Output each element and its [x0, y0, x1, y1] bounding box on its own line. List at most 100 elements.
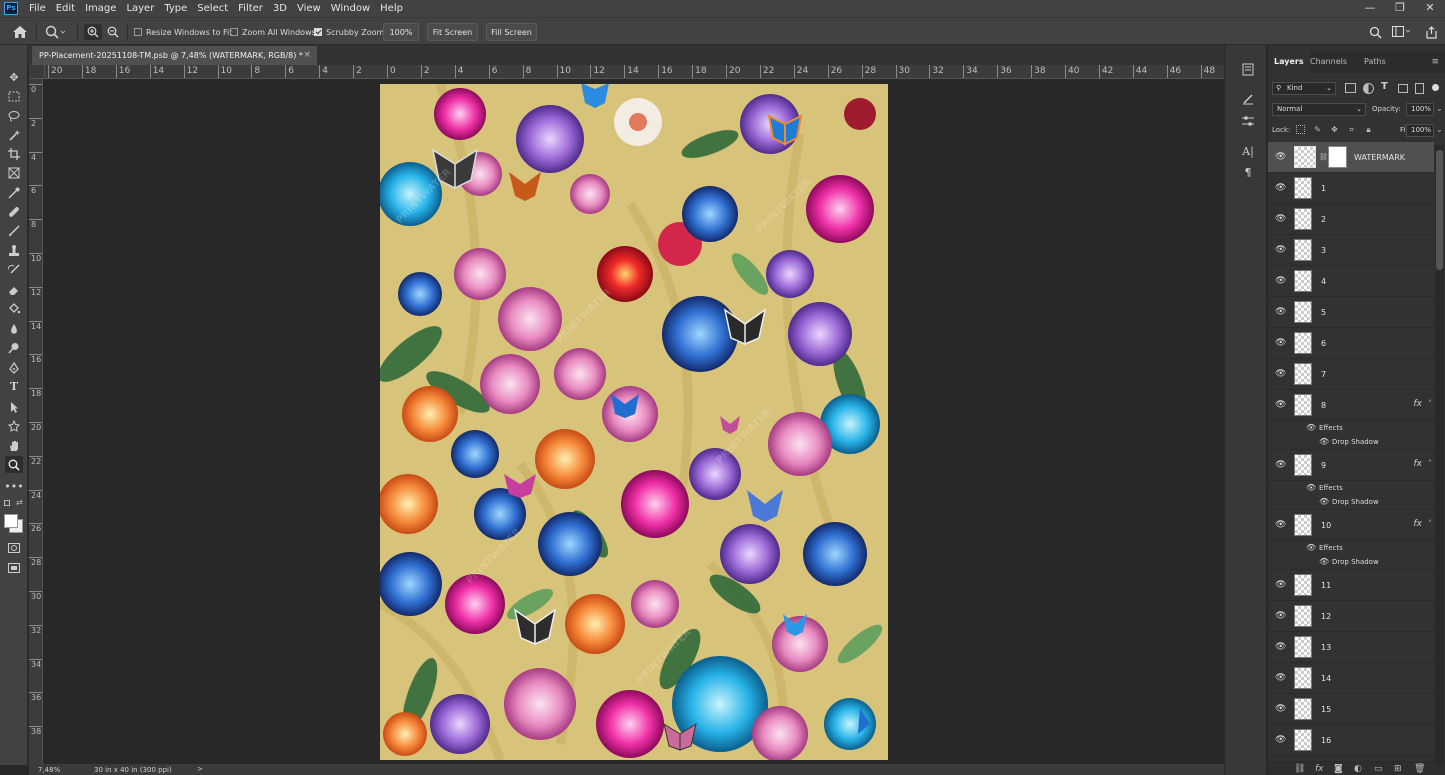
lock-artboard-icon[interactable]: ⌗	[1347, 125, 1356, 134]
fill-screen-button[interactable]: Fill Screen	[486, 23, 537, 41]
layer-visibility-eye-icon[interactable]: 👁︎	[1275, 183, 1286, 193]
menu-select[interactable]: Select	[192, 3, 233, 14]
screen-mode-icon[interactable]	[5, 559, 23, 576]
adjustments-panel-icon[interactable]	[1241, 115, 1255, 129]
filter-kind-select[interactable]: ⚲ Kind ⌄	[1272, 82, 1336, 95]
new-group-icon[interactable]: ▭	[1374, 764, 1383, 774]
share-icon[interactable]	[1425, 18, 1438, 46]
layer-name[interactable]: 10	[1321, 510, 1331, 541]
zoom-tool-preset-icon[interactable]	[45, 18, 65, 46]
collapse-effects-chevron-icon[interactable]: ˄	[1428, 459, 1432, 468]
layer-row[interactable]: 👁︎ 16	[1268, 725, 1434, 756]
hand-tool-icon[interactable]	[5, 437, 23, 454]
dodge-tool-icon[interactable]	[5, 339, 23, 356]
menu-type[interactable]: Type	[159, 3, 192, 14]
tab-paths[interactable]: Paths	[1358, 51, 1392, 73]
search-icon[interactable]	[1369, 18, 1382, 46]
ruler-origin[interactable]	[29, 65, 45, 79]
layer-row[interactable]: 👁︎ ⛓ WATERMARK	[1268, 142, 1434, 173]
shape-tool-icon[interactable]	[5, 417, 23, 434]
layer-row[interactable]: 👁︎ 1	[1268, 173, 1434, 204]
layer-visibility-eye-icon[interactable]: 👁︎	[1275, 276, 1286, 286]
layer-row[interactable]: 👁︎ 9 fx ˄	[1268, 450, 1434, 481]
healing-brush-tool-icon[interactable]	[5, 203, 23, 220]
lasso-tool-icon[interactable]	[5, 107, 23, 124]
layer-visibility-eye-icon[interactable]: 👁︎	[1275, 152, 1286, 162]
blur-tool-icon[interactable]	[5, 320, 23, 337]
document-tab[interactable]: PP-Placement-20251108-TM.psb @ 7,48% (WA…	[32, 46, 317, 65]
paint-bucket-tool-icon[interactable]	[5, 300, 23, 317]
more-tools-icon[interactable]: •••	[4, 478, 23, 495]
vertical-ruler[interactable]: 0 2 4 6 8 10 12 14 16 18 20 22 24 26 28 30 32 34 36 38	[29, 79, 43, 764]
zoom-in-icon[interactable]	[84, 24, 102, 40]
layer-name[interactable]: 9	[1321, 450, 1326, 481]
layer-visibility-eye-icon[interactable]: 👁︎	[1275, 735, 1286, 745]
layer-mask-thumbnail[interactable]	[1328, 146, 1347, 168]
panel-menu-icon[interactable]: ≡	[1431, 57, 1439, 67]
layer-name[interactable]: 7	[1321, 359, 1326, 390]
effects-row[interactable]: 👁︎ Effects	[1268, 421, 1434, 435]
brush-tool-icon[interactable]	[5, 222, 23, 239]
zoom-all-windows-checkbox[interactable]: Zoom All Windows	[230, 18, 316, 46]
layer-effects-fx-icon[interactable]: fx	[1414, 459, 1423, 469]
filter-toggle-icon[interactable]	[1432, 84, 1439, 91]
layer-visibility-eye-icon[interactable]: 👁︎	[1275, 307, 1286, 317]
layer-name[interactable]: 1	[1321, 173, 1326, 204]
default-colors-icon[interactable]	[4, 500, 10, 506]
effects-visibility-eye-icon[interactable]: 👁︎	[1306, 541, 1316, 555]
layer-row[interactable]: 👁︎ 14	[1268, 663, 1434, 694]
status-menu-arrow-icon[interactable]: >	[197, 765, 203, 773]
menu-file[interactable]: File	[24, 3, 51, 14]
quick-mask-icon[interactable]	[5, 539, 23, 556]
layer-visibility-eye-icon[interactable]: 👁︎	[1275, 704, 1286, 714]
drop-shadow-visibility-eye-icon[interactable]: 👁︎	[1319, 495, 1329, 509]
menu-help[interactable]: Help	[375, 3, 408, 14]
character-panel-icon[interactable]: A|	[1241, 145, 1255, 159]
layers-scrollbar-thumb[interactable]	[1436, 150, 1443, 270]
layer-name[interactable]: 3	[1321, 235, 1326, 266]
tab-channels[interactable]: Channels	[1304, 51, 1353, 73]
document-canvas[interactable]: PRINTWATER PRINTWATER PRINTWATER PRINTWA…	[380, 84, 888, 760]
layer-visibility-eye-icon[interactable]: 👁︎	[1275, 460, 1286, 470]
menu-image[interactable]: Image	[80, 3, 121, 14]
layer-name[interactable]: 2	[1321, 204, 1326, 235]
layer-row[interactable]: 👁︎ 13	[1268, 632, 1434, 663]
minimize-icon[interactable]: —	[1355, 0, 1385, 17]
layer-name[interactable]: 12	[1321, 601, 1331, 632]
layer-name[interactable]: 14	[1321, 663, 1331, 694]
lock-transparent-pixels-icon[interactable]	[1296, 125, 1305, 134]
layer-effects-fx-icon[interactable]: fx	[1414, 519, 1423, 529]
path-selection-tool-icon[interactable]	[5, 398, 23, 415]
layer-name[interactable]: 4	[1321, 266, 1326, 297]
effects-row[interactable]: 👁︎ Effects	[1268, 481, 1434, 495]
restore-icon[interactable]: ❐	[1385, 0, 1415, 17]
filter-adjustment-icon[interactable]	[1363, 83, 1374, 94]
menu-layer[interactable]: Layer	[121, 3, 159, 14]
layer-row[interactable]: 👁︎ 4	[1268, 266, 1434, 297]
layer-name[interactable]: 8	[1321, 390, 1326, 421]
layer-row[interactable]: 👁︎ 5	[1268, 297, 1434, 328]
layer-row[interactable]: 👁︎ 10 fx ˄	[1268, 510, 1434, 541]
layer-row[interactable]: 👁︎ 15	[1268, 694, 1434, 725]
layer-visibility-eye-icon[interactable]: 👁︎	[1275, 520, 1286, 530]
layer-name[interactable]: 11	[1321, 570, 1331, 601]
fill-field[interactable]: 100%	[1406, 124, 1434, 137]
fit-screen-button[interactable]: Fit Screen	[427, 23, 478, 41]
drop-shadow-row[interactable]: 👁︎ Drop Shadow	[1268, 435, 1434, 450]
marquee-tool-icon[interactable]	[5, 88, 23, 105]
lock-position-icon[interactable]: ✥	[1330, 125, 1339, 134]
opacity-chevron-icon[interactable]: ⌄	[1436, 104, 1443, 113]
filter-shape-icon[interactable]	[1398, 84, 1408, 93]
layer-visibility-eye-icon[interactable]: 👁︎	[1275, 580, 1286, 590]
mask-link-icon[interactable]: ⛓	[1319, 153, 1328, 161]
lock-image-pixels-icon[interactable]: ✎	[1313, 125, 1322, 134]
pen-tool-icon[interactable]	[5, 359, 23, 376]
drop-shadow-row[interactable]: 👁︎ Drop Shadow	[1268, 495, 1434, 510]
effects-row[interactable]: 👁︎ Effects	[1268, 541, 1434, 555]
layer-row[interactable]: 👁︎ 11	[1268, 570, 1434, 601]
history-panel-icon[interactable]	[1241, 63, 1255, 77]
collapse-effects-chevron-icon[interactable]: ˄	[1428, 399, 1432, 408]
frame-tool-icon[interactable]	[5, 164, 23, 181]
resize-windows-check[interactable]	[134, 28, 142, 36]
layer-visibility-eye-icon[interactable]: 👁︎	[1275, 642, 1286, 652]
